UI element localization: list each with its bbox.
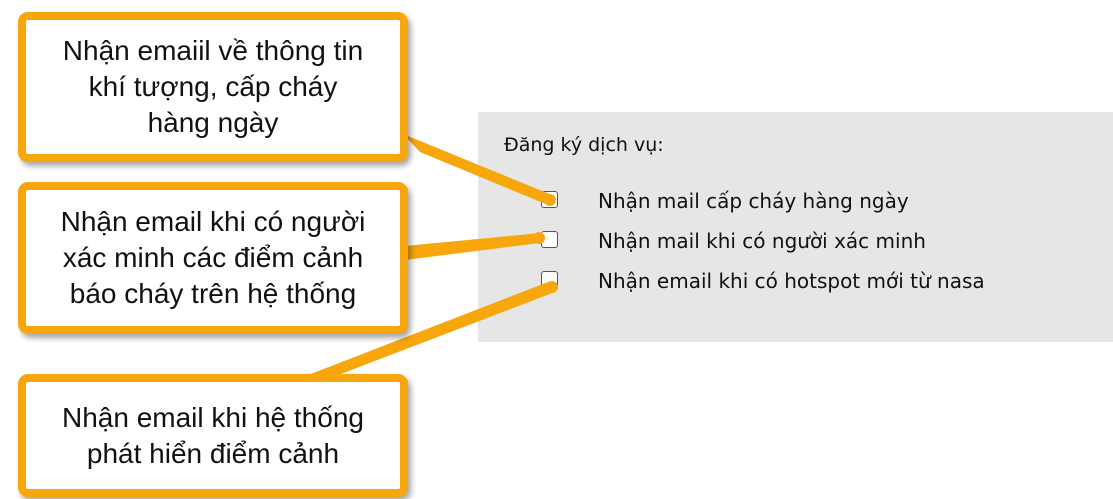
connector-dot-3 (546, 281, 558, 293)
connector-dot-2 (533, 232, 545, 244)
callout-line: Nhận emaiil về thông tin (62, 35, 364, 66)
callout-line: Nhận email khi hệ thống (62, 401, 364, 433)
callout-line: phát hiển điểm cảnh (86, 437, 340, 469)
callout-system-detection: Nhận email khi hệ thống phát hiển điểm c… (18, 374, 408, 497)
callout-daily-weather: Nhận emaiil về thông tin khí tượng, cấp … (18, 12, 408, 162)
callout-line: hàng ngày (147, 107, 279, 138)
connector-dot-1 (544, 194, 556, 206)
connector-2 (405, 233, 540, 260)
connector-1 (403, 134, 552, 205)
callout-line: báo cháy trên hệ thống (69, 278, 357, 309)
callout-line: xác minh các điểm cảnh (62, 242, 364, 273)
callout-line: Nhận email khi có người (60, 206, 366, 237)
callout-line: khí tượng, cấp cháy (88, 71, 338, 102)
callout-verification: Nhận email khi có người xác minh các điể… (18, 182, 408, 334)
